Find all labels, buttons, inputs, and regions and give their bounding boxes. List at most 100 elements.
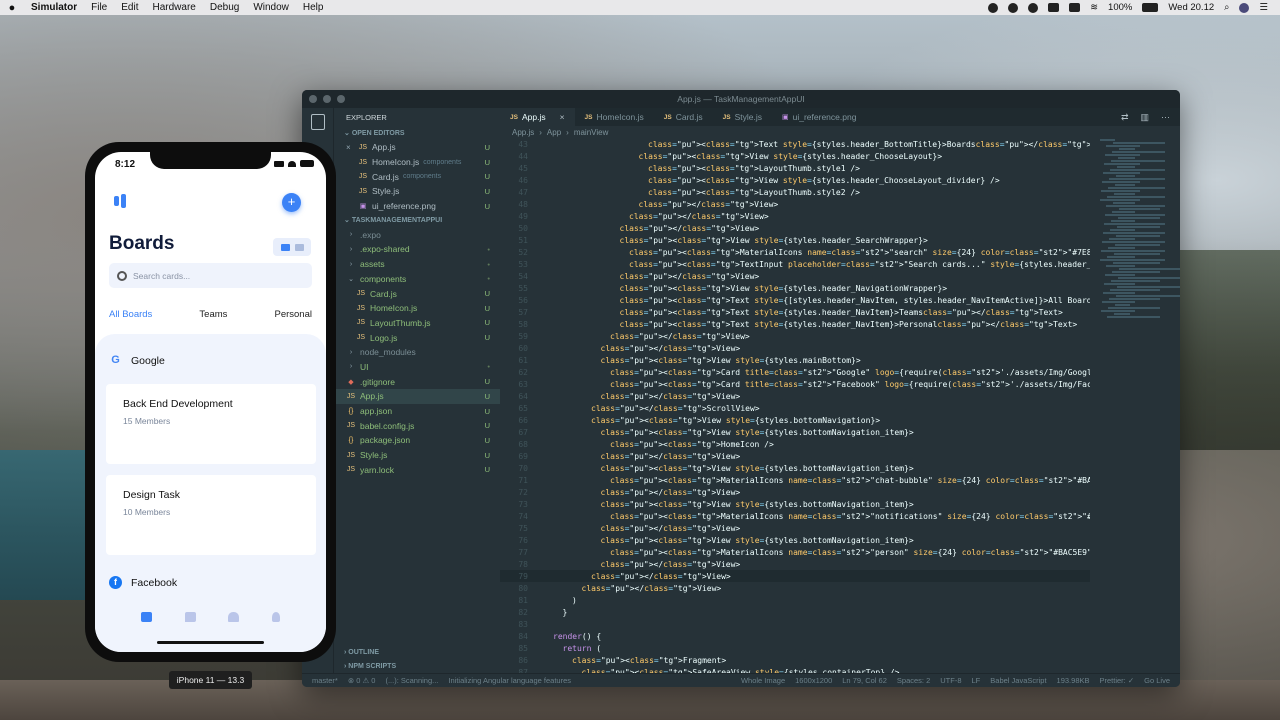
file-tree-item[interactable]: {} package.json U: [334, 433, 500, 448]
layout-toggle[interactable]: [273, 238, 311, 256]
creative-cloud-icon[interactable]: [1028, 2, 1039, 13]
tab-style-js[interactable]: JS Style.js: [713, 108, 772, 126]
menu-file[interactable]: File: [84, 2, 114, 13]
menu-hardware[interactable]: Hardware: [145, 2, 202, 13]
code-line[interactable]: 54 class="pu"></class="tg">View>: [500, 270, 1090, 282]
outline-header[interactable]: › OUTLINE: [334, 645, 500, 659]
file-tree-item[interactable]: JS App.js U: [334, 389, 500, 404]
code-line[interactable]: 55 class="pu"><class="tg">View style={sty…: [500, 282, 1090, 294]
nav-all-boards[interactable]: All Boards: [109, 309, 152, 320]
npm-scripts-header[interactable]: › NPM SCRIPTS: [334, 659, 500, 673]
search-bar[interactable]: [109, 263, 312, 288]
notifications-icon[interactable]: [228, 612, 240, 622]
code-line[interactable]: 49 class="pu"></class="tg">View>: [500, 210, 1090, 222]
status-item[interactable]: 193.98KB: [1057, 676, 1090, 685]
code-line[interactable]: 48 class="pu"></class="tg">View>: [500, 198, 1090, 210]
code-line[interactable]: 57 class="pu"><class="tg">Text style={sty…: [500, 306, 1090, 318]
wifi-icon[interactable]: ≋: [1090, 2, 1098, 13]
code-line[interactable]: 65 class="pu"></class="tg">ScrollView>: [500, 402, 1090, 414]
status-item[interactable]: Whole Image: [741, 676, 785, 685]
minimap[interactable]: [1100, 138, 1180, 673]
tab-app-js[interactable]: JS App.js ×: [500, 108, 575, 126]
code-line[interactable]: 67 class="pu"><class="tg">View style={sty…: [500, 426, 1090, 438]
status-item[interactable]: (...): Scanning...: [385, 676, 438, 685]
status-item[interactable]: LF: [972, 676, 981, 685]
project-header[interactable]: ⌄ TASKMANAGEMENTAPPUI: [334, 213, 500, 227]
code-line[interactable]: 69 class="pu"></class="tg">View>: [500, 450, 1090, 462]
open-editor-item[interactable]: JS Card.js components U: [334, 169, 500, 184]
record-icon[interactable]: [988, 2, 999, 13]
display-icon[interactable]: [1048, 3, 1060, 12]
file-tree-item[interactable]: ◆ .gitignore U: [334, 374, 500, 389]
code-line[interactable]: 70 class="pu"><class="tg">View style={sty…: [500, 462, 1090, 474]
battery-percent[interactable]: 100%: [1108, 2, 1132, 13]
breadcrumb-item[interactable]: App.js: [512, 128, 534, 137]
files-icon[interactable]: [310, 114, 325, 130]
spotlight-icon[interactable]: ⌕: [1224, 2, 1229, 13]
add-board-button[interactable]: +: [282, 193, 301, 212]
file-tree-item[interactable]: › node_modules: [334, 345, 500, 360]
status-item[interactable]: Ln 79, Col 62: [842, 676, 887, 685]
chat-bubble-icon[interactable]: [184, 612, 196, 622]
file-tree-item[interactable]: › .expo-shared •: [334, 242, 500, 257]
file-tree-item[interactable]: JS Style.js U: [334, 448, 500, 463]
status-item[interactable]: UTF-8: [940, 676, 961, 685]
code-editor[interactable]: 43 class="pu"><class="tg">Text style={sty…: [500, 138, 1090, 673]
breadcrumb-item[interactable]: App: [547, 128, 561, 137]
board-card[interactable]: Back End Development 15 Members: [106, 384, 316, 464]
group-google[interactable]: G Google: [109, 354, 165, 367]
compare-icon[interactable]: ⇄: [1121, 112, 1129, 123]
code-line[interactable]: 81): [500, 594, 1090, 606]
more-actions-icon[interactable]: ···: [1161, 112, 1170, 122]
code-line[interactable]: 53 class="pu"><class="tg">TextInput place…: [500, 258, 1090, 270]
code-line[interactable]: 47 class="pu"><class="tg">LayoutThumb.sty…: [500, 186, 1090, 198]
status-item[interactable]: Spaces: 2: [897, 676, 930, 685]
open-editor-item[interactable]: × JS App.js U: [334, 140, 500, 155]
file-tree-item[interactable]: › .expo: [334, 227, 500, 242]
code-line[interactable]: 80 class="pu"></class="tg">View>: [500, 582, 1090, 594]
person-icon[interactable]: [271, 612, 280, 622]
open-editor-item[interactable]: ▣ ui_reference.png U: [334, 199, 500, 214]
code-line[interactable]: 79 class="pu"></class="tg">View>: [500, 570, 1090, 582]
code-line[interactable]: 64 class="pu"></class="tg">View>: [500, 390, 1090, 402]
file-tree-item[interactable]: › UI •: [334, 360, 500, 375]
status-item[interactable]: ⊗ 0 ⚠ 0: [348, 676, 376, 685]
circle-icon[interactable]: [1008, 2, 1019, 13]
code-line[interactable]: 87 class="pu"><class="tg">SafeAreaView st…: [500, 666, 1090, 674]
code-line[interactable]: 78 class="pu"></class="tg">View>: [500, 558, 1090, 570]
code-line[interactable]: 83: [500, 618, 1090, 630]
file-tree-item[interactable]: JS babel.config.js U: [334, 418, 500, 433]
code-line[interactable]: 75 class="pu"></class="tg">View>: [500, 522, 1090, 534]
menu-app-name[interactable]: Simulator: [24, 2, 84, 13]
code-line[interactable]: 85 return (: [500, 642, 1090, 654]
code-line[interactable]: 43 class="pu"><class="tg">Text style={sty…: [500, 138, 1090, 150]
board-card[interactable]: Design Task 10 Members: [106, 475, 316, 555]
menu-edit[interactable]: Edit: [114, 2, 145, 13]
close-icon[interactable]: ×: [346, 143, 356, 152]
code-line[interactable]: 61 class="pu"><class="tg">View style={sty…: [500, 354, 1090, 366]
layout-list-icon[interactable]: [280, 243, 290, 251]
nav-teams[interactable]: Teams: [199, 309, 227, 320]
code-line[interactable]: 52 class="pu"><class="tg">MaterialIcons n…: [500, 246, 1090, 258]
status-item[interactable]: 1600x1200: [795, 676, 832, 685]
code-line[interactable]: 60 class="pu"></class="tg">View>: [500, 342, 1090, 354]
status-item[interactable]: Babel JavaScript: [990, 676, 1046, 685]
code-line[interactable]: 44 class="pu"><class="tg">View style={sty…: [500, 150, 1090, 162]
file-tree-item[interactable]: JS yarn.lock U: [334, 462, 500, 477]
file-tree-item[interactable]: JS HomeIcon.js U: [334, 301, 500, 316]
code-line[interactable]: 82}: [500, 606, 1090, 618]
close-icon[interactable]: ×: [560, 112, 565, 122]
file-tree-item[interactable]: JS Card.js U: [334, 286, 500, 301]
open-editor-item[interactable]: JS Style.js U: [334, 184, 500, 199]
status-item[interactable]: Go Live: [1144, 676, 1170, 685]
file-tree-item[interactable]: ⌄ components •: [334, 272, 500, 287]
file-tree-item[interactable]: {} app.json U: [334, 404, 500, 419]
search-input[interactable]: [133, 270, 293, 281]
tab-card-js[interactable]: JS Card.js: [654, 108, 713, 126]
code-line[interactable]: 86 class="pu"><class="tg">Fragment>: [500, 654, 1090, 666]
code-line[interactable]: 74 class="pu"><class="tg">MaterialIcons n…: [500, 510, 1090, 522]
code-line[interactable]: 51 class="pu"><class="tg">View style={sty…: [500, 234, 1090, 246]
home-indicator[interactable]: [157, 641, 264, 644]
menu-help[interactable]: Help: [296, 2, 331, 13]
code-line[interactable]: 72 class="pu"></class="tg">View>: [500, 486, 1090, 498]
